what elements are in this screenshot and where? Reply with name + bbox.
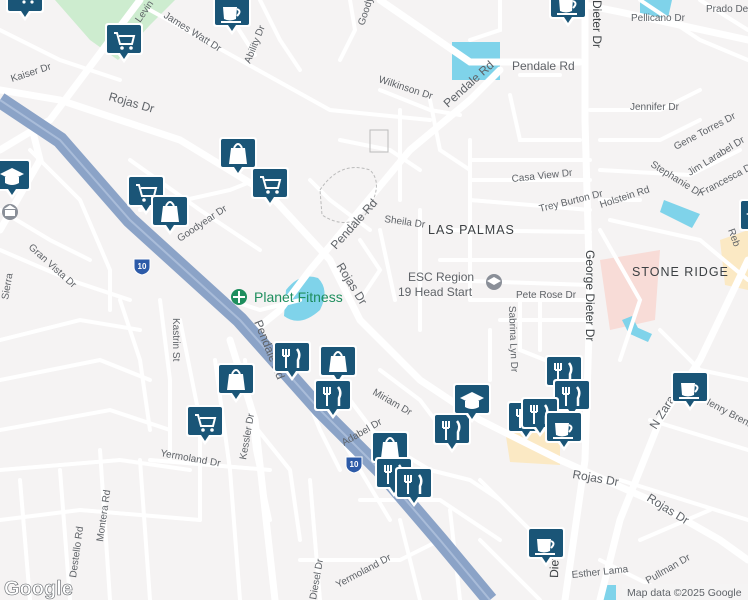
shopping-bag-icon [381,442,399,458]
restaurant-pin-2[interactable] [314,379,352,419]
cafe-pin-4[interactable] [545,411,583,451]
cafe-pin-3[interactable] [671,371,709,411]
coffee-cup-icon [559,0,573,13]
civic-building-poi[interactable] [2,204,18,220]
map-canvas[interactable]: 10 10 Pellicano Dr Prado Del Pendale Rd … [0,0,748,600]
restaurant-pin-3[interactable] [433,413,471,453]
restaurant-pin-1[interactable] [273,341,311,381]
school-pin-1[interactable] [0,159,31,199]
shopping-bag-icon [329,356,347,372]
coffee-cup-icon [537,539,551,553]
cart-pin-2[interactable] [105,23,143,63]
cart-pin-3[interactable] [251,167,289,207]
shopping-bag-icon [161,206,179,222]
shopping-bag-icon [227,374,245,390]
bag-pin-3[interactable] [217,363,255,403]
cart-pin-5[interactable] [186,405,224,445]
cafe-pin-1[interactable] [213,0,251,35]
cart-pin-1[interactable] [6,0,44,21]
cafe-pin-5[interactable] [527,527,565,567]
pin-layer [0,0,748,567]
coffee-cup-icon [681,383,695,397]
coffee-cup-icon [555,423,569,437]
school-pin-3[interactable] [739,199,748,239]
restaurant-pin-5[interactable] [395,467,433,507]
bag-pin-2[interactable] [151,195,189,235]
cafe-pin-2[interactable] [549,0,587,27]
shopping-bag-icon [229,148,247,164]
coffee-cup-icon [223,7,237,21]
